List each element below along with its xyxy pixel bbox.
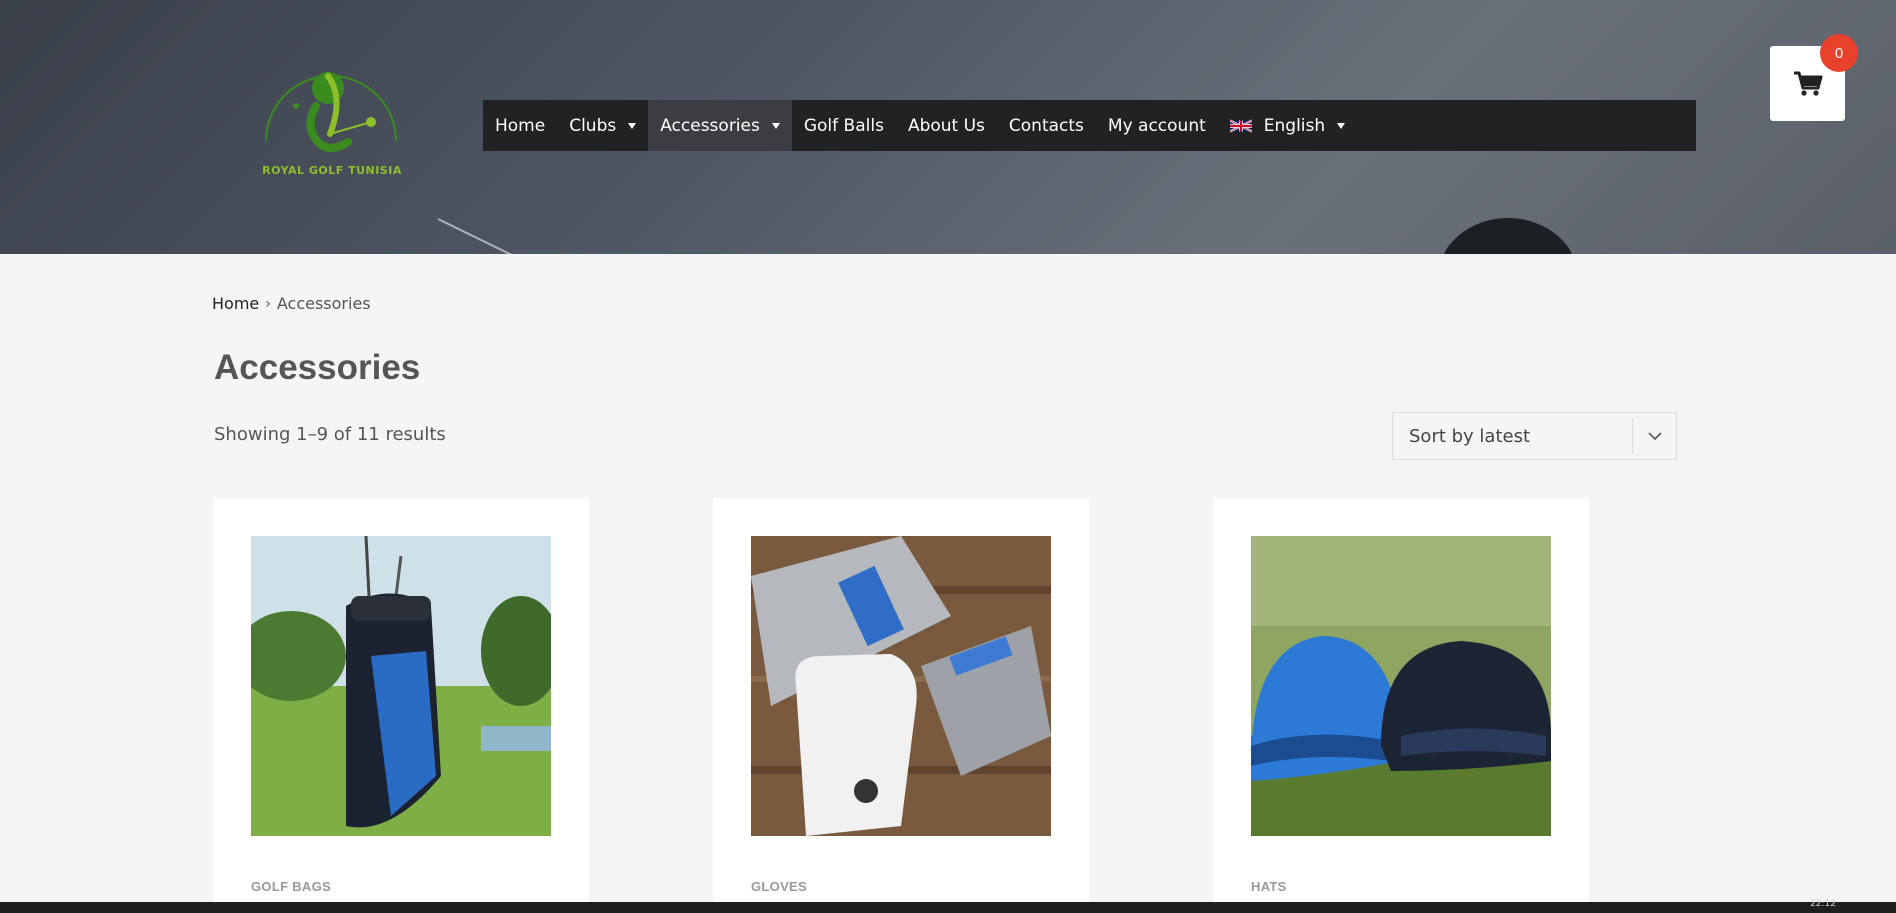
breadcrumb-current: Accessories xyxy=(276,294,371,313)
nav-clubs-label: Clubs xyxy=(569,115,617,136)
caret-down-icon xyxy=(771,122,780,129)
breadcrumb: Home › Accessories xyxy=(212,294,371,313)
product-image-golf-bag[interactable] xyxy=(251,536,551,836)
cart-count-badge: 0 xyxy=(1820,34,1858,72)
caret-down-icon xyxy=(628,122,637,129)
chevron-down-icon xyxy=(1632,419,1676,453)
sort-select[interactable]: Sort by latest xyxy=(1392,412,1677,460)
main-navigation: Home Clubs Accessories Golf Balls About … xyxy=(483,100,1696,151)
cart-icon xyxy=(1793,71,1822,96)
uk-flag-icon xyxy=(1229,119,1252,132)
product-card[interactable]: GLOVES xyxy=(713,498,1089,913)
breadcrumb-home[interactable]: Home xyxy=(212,294,259,313)
results-count: Showing 1–9 of 11 results xyxy=(214,424,446,445)
product-category[interactable]: GLOVES xyxy=(751,879,807,894)
product-category[interactable]: HATS xyxy=(1251,879,1287,894)
product-card[interactable]: HATS xyxy=(1213,498,1589,913)
product-card[interactable]: GOLF BAGS xyxy=(213,498,589,913)
nav-about-us-label: About Us xyxy=(907,115,985,136)
nav-golf-balls[interactable]: Golf Balls xyxy=(792,100,896,151)
nav-my-account[interactable]: My account xyxy=(1096,100,1218,151)
nav-home-label: Home xyxy=(495,115,546,136)
nav-my-account-label: My account xyxy=(1107,115,1206,136)
product-category[interactable]: GOLF BAGS xyxy=(251,879,331,894)
header-streak xyxy=(437,218,520,254)
os-taskbar: 22:12 xyxy=(0,899,1896,913)
nav-accessories-label: Accessories xyxy=(660,115,760,136)
nav-contacts[interactable]: Contacts xyxy=(997,100,1096,151)
nav-accessories[interactable]: Accessories xyxy=(648,100,792,151)
sort-selected-value: Sort by latest xyxy=(1409,425,1531,447)
nav-golf-balls-label: Golf Balls xyxy=(803,115,884,136)
nav-clubs[interactable]: Clubs xyxy=(557,100,648,151)
nav-language[interactable]: English xyxy=(1218,100,1357,151)
caret-down-icon xyxy=(1337,122,1346,129)
nav-home[interactable]: Home xyxy=(483,100,557,151)
product-image-gloves[interactable] xyxy=(751,536,1051,836)
nav-contacts-label: Contacts xyxy=(1008,115,1084,136)
taskbar-clock: 22:12 xyxy=(1810,899,1836,909)
nav-language-label: English xyxy=(1263,115,1326,136)
nav-about-us[interactable]: About Us xyxy=(896,100,997,151)
product-image-hats[interactable] xyxy=(1251,536,1551,836)
page-title: Accessories xyxy=(214,348,421,387)
chevron-right-icon: › xyxy=(265,295,271,312)
logo-text: ROYAL GOLF TUNISIA xyxy=(262,164,402,177)
header-silhouette xyxy=(1438,218,1578,254)
